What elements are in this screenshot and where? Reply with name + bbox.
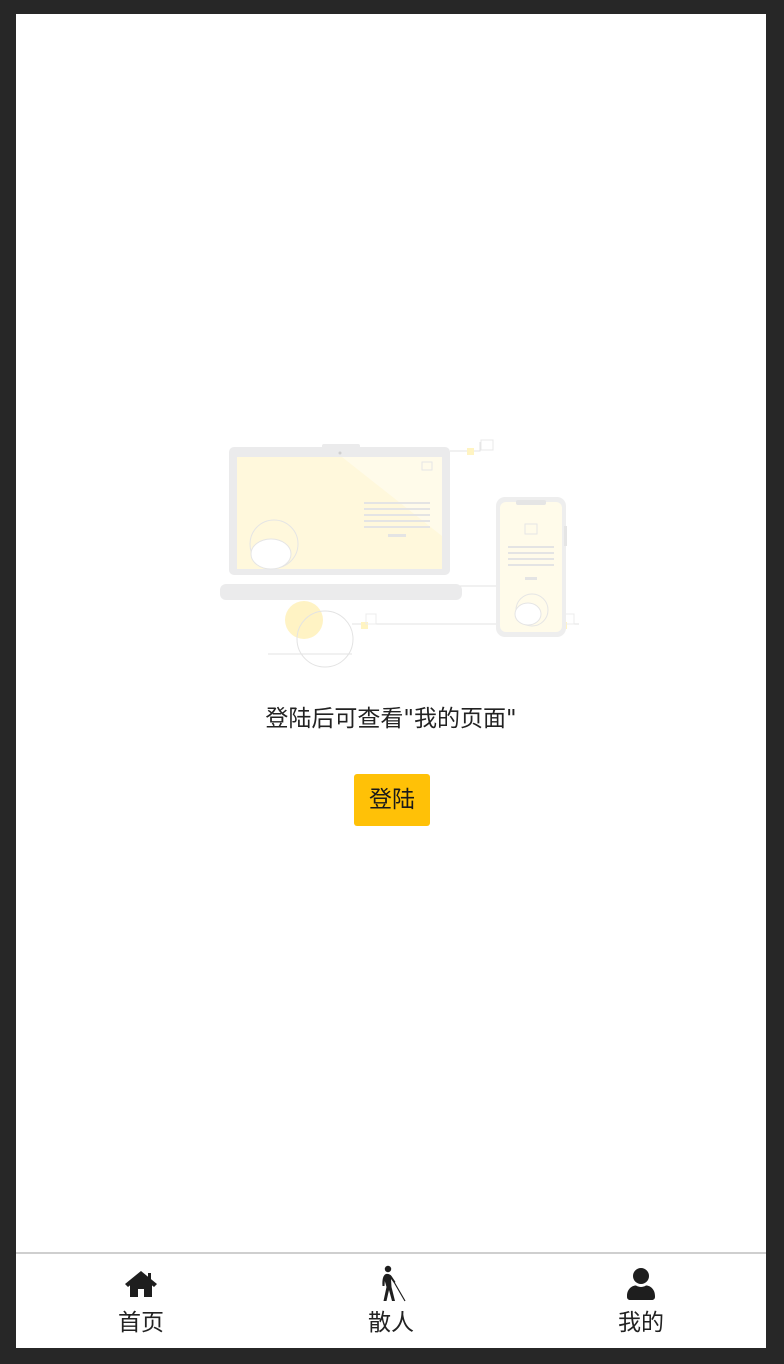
tab-home-label: 首页 (118, 1310, 164, 1336)
tab-sanren-label: 散人 (368, 1310, 414, 1336)
tab-mine[interactable]: 我的 (516, 1254, 766, 1348)
login-button[interactable]: 登陆 (354, 774, 430, 826)
laptop-and-phone-illustration (220, 439, 579, 668)
login-prompt-text: 登陆后可查看"我的页面" (265, 706, 517, 732)
tab-home[interactable]: 首页 (16, 1254, 266, 1348)
bottom-tab-bar: 首页 散人 我的 (16, 1252, 766, 1348)
user-icon (621, 1264, 661, 1304)
tab-sanren[interactable]: 散人 (266, 1254, 516, 1348)
home-icon (121, 1264, 161, 1304)
blind-walker-icon (371, 1264, 411, 1304)
tab-mine-label: 我的 (618, 1310, 664, 1336)
app-screen: 登陆后可查看"我的页面" 登陆 首页 散人 我的 (16, 14, 766, 1348)
